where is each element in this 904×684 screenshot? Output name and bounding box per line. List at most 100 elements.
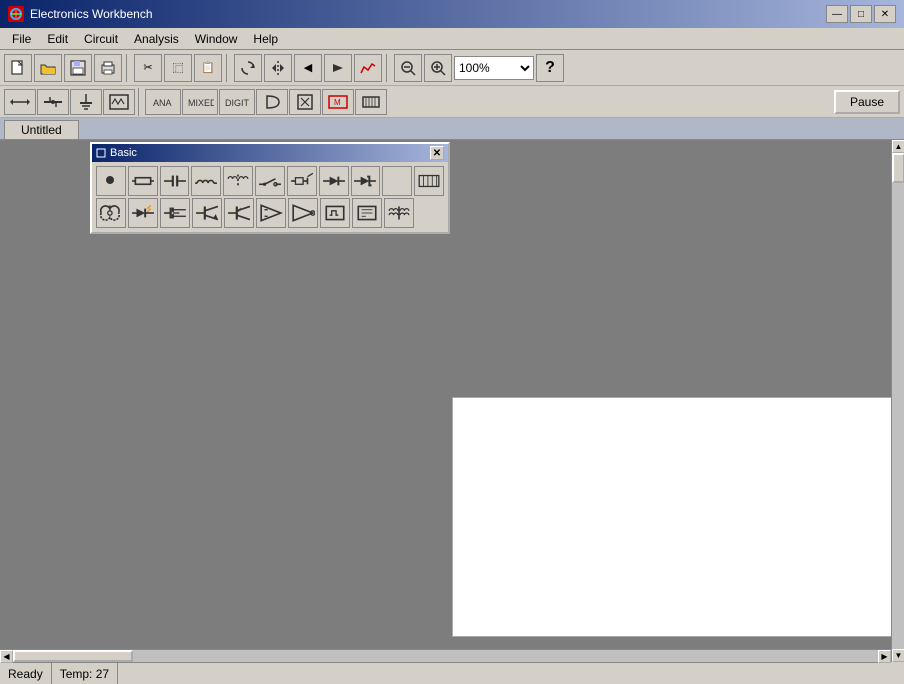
v-scroll-thumb[interactable]	[892, 153, 904, 183]
bjt-npn-component[interactable]	[192, 198, 222, 228]
transformer2-component[interactable]	[384, 198, 414, 228]
gate-btn[interactable]	[256, 89, 288, 115]
maximize-button[interactable]: □	[850, 5, 872, 23]
minimize-button[interactable]: —	[826, 5, 848, 23]
zoom-in-button[interactable]	[424, 54, 452, 82]
copy-button[interactable]: ⿸	[164, 54, 192, 82]
svg-text:MIXED: MIXED	[188, 98, 214, 108]
open-button[interactable]	[34, 54, 62, 82]
h-scroll-right[interactable]: ▶	[878, 650, 891, 663]
status-ready-label: Ready	[8, 667, 43, 681]
main-toolbar: ✂ ⿸ 📋 ◀ 100%	[0, 50, 904, 86]
title-left: Electronics Workbench	[8, 6, 153, 22]
paste-button[interactable]: 📋	[194, 54, 222, 82]
toolbar-separator-2	[226, 54, 230, 82]
menu-circuit[interactable]: Circuit	[76, 30, 126, 48]
inductor-component[interactable]	[191, 166, 221, 196]
help-button[interactable]: ?	[536, 54, 564, 82]
capacitor-component[interactable]	[160, 166, 190, 196]
status-ready: Ready	[0, 663, 52, 684]
rotate-cw-button[interactable]	[234, 54, 262, 82]
new-button[interactable]	[4, 54, 32, 82]
status-empty	[118, 663, 904, 684]
zoom-selector[interactable]: 100% 50% 75% 150% 200%	[454, 56, 534, 80]
circuit-canvas[interactable]: Basic ✕	[0, 140, 904, 649]
led-component[interactable]	[128, 198, 158, 228]
menu-help[interactable]: Help	[245, 30, 286, 48]
mixed-btn[interactable]: MIXED	[182, 89, 218, 115]
coil-component[interactable]	[414, 166, 444, 196]
prev-button[interactable]: ◀	[294, 54, 322, 82]
toolbar-separator-1	[126, 54, 130, 82]
cut-button[interactable]: ✂	[134, 54, 162, 82]
component-toolbar: ANA MIXED DIGIT M Pause	[0, 86, 904, 118]
basic-panel: Basic ✕	[90, 142, 450, 234]
sub-canvas[interactable]	[452, 397, 892, 637]
statusbar: Ready Temp: 27	[0, 662, 904, 684]
comp-separator-1	[138, 88, 142, 116]
schmitt-component[interactable]	[320, 198, 350, 228]
potentiometer-component[interactable]	[96, 198, 126, 228]
node-component[interactable]	[96, 166, 126, 196]
timer-component[interactable]	[352, 198, 382, 228]
basic-panel-content	[92, 162, 448, 232]
wire-tool[interactable]	[37, 89, 69, 115]
graph-button[interactable]	[354, 54, 382, 82]
tab-untitled[interactable]: Untitled	[4, 120, 79, 139]
canvas-scroll-area: Basic ✕	[0, 140, 904, 662]
comparator-component[interactable]	[288, 198, 318, 228]
app-icon	[8, 6, 24, 22]
switch-component[interactable]	[255, 166, 285, 196]
oscilloscope-tool[interactable]	[103, 89, 135, 115]
digital-btn[interactable]: DIGIT	[219, 89, 255, 115]
menu-window[interactable]: Window	[187, 30, 246, 48]
svg-text:M: M	[334, 98, 341, 107]
pause-button[interactable]: Pause	[834, 90, 900, 114]
v-scroll-down[interactable]: ▼	[892, 649, 904, 662]
display-btn[interactable]: M	[322, 89, 354, 115]
save-button[interactable]	[64, 54, 92, 82]
zener-component[interactable]	[351, 166, 381, 196]
svg-text:ANA: ANA	[153, 98, 172, 108]
pointer-tool[interactable]	[4, 89, 36, 115]
misc-btn[interactable]	[355, 89, 387, 115]
menu-file[interactable]: File	[4, 30, 39, 48]
window-controls: — □ ✕	[826, 5, 896, 23]
menu-analysis[interactable]: Analysis	[126, 30, 187, 48]
bjt-pnp-component[interactable]	[224, 198, 254, 228]
h-scrollbar: ◀ ▶	[0, 649, 904, 662]
fet-component[interactable]	[160, 198, 190, 228]
blank-component[interactable]	[382, 166, 412, 196]
indicator-btn[interactable]	[289, 89, 321, 115]
basic-panel-row-2	[96, 198, 444, 228]
v-scroll-up[interactable]: ▲	[892, 140, 904, 153]
flip-button[interactable]	[264, 54, 292, 82]
sources-btn[interactable]: ANA	[145, 89, 181, 115]
h-scroll-track[interactable]	[13, 650, 878, 662]
print-button[interactable]	[94, 54, 122, 82]
relay-coil-component[interactable]	[287, 166, 317, 196]
h-scroll-thumb[interactable]	[13, 650, 133, 662]
v-scroll-track[interactable]	[892, 153, 904, 649]
menu-edit[interactable]: Edit	[39, 30, 76, 48]
h-scroll-left[interactable]: ◀	[0, 650, 13, 663]
svg-text:DIGIT: DIGIT	[225, 98, 250, 108]
opamp-component[interactable]	[256, 198, 286, 228]
ground-tool[interactable]	[70, 89, 102, 115]
close-button[interactable]: ✕	[874, 5, 896, 23]
status-temp: Temp: 27	[52, 663, 118, 684]
diode-component[interactable]	[319, 166, 349, 196]
titlebar: Electronics Workbench — □ ✕	[0, 0, 904, 28]
resistor-component[interactable]	[128, 166, 158, 196]
main-area: Untitled Basic ✕	[0, 118, 904, 662]
basic-panel-titlebar[interactable]: Basic ✕	[92, 144, 448, 162]
tab-bar: Untitled	[0, 118, 904, 140]
basic-panel-row-1	[96, 166, 444, 196]
menubar: File Edit Circuit Analysis Window Help	[0, 28, 904, 50]
app-title: Electronics Workbench	[30, 7, 153, 21]
next-button[interactable]	[324, 54, 352, 82]
basic-panel-close[interactable]: ✕	[430, 146, 444, 160]
toolbar-separator-3	[386, 54, 390, 82]
zoom-out-button[interactable]	[394, 54, 422, 82]
transformer-component[interactable]	[223, 166, 253, 196]
